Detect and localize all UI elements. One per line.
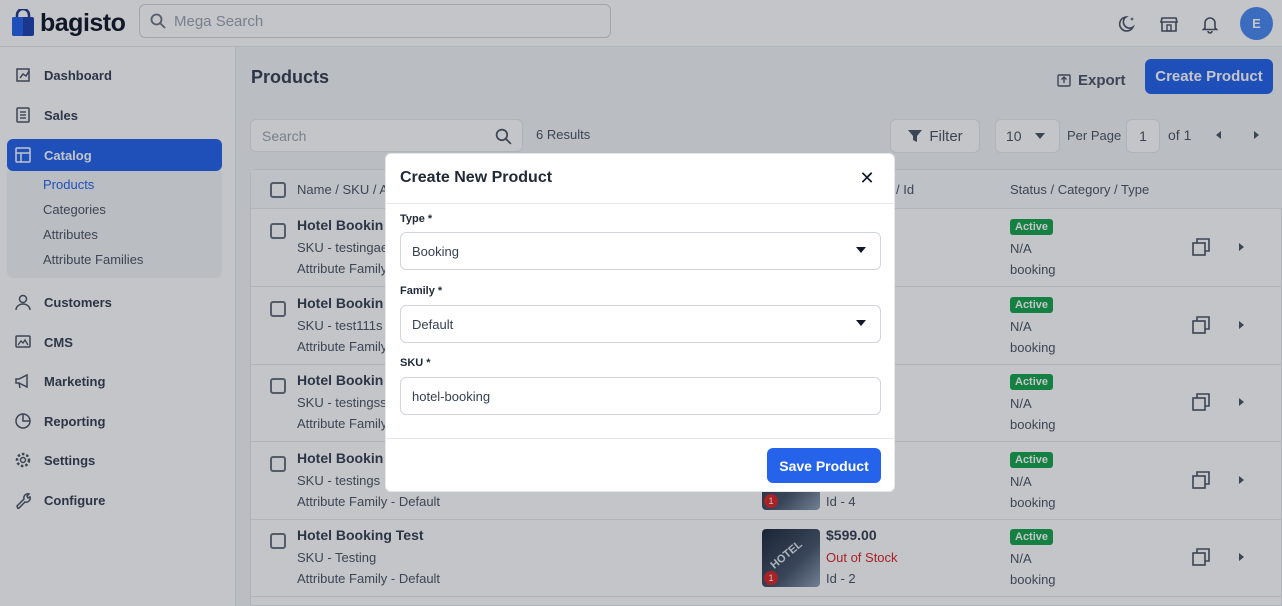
modal-title: Create New Product: [400, 169, 553, 186]
type-select[interactable]: Booking: [400, 232, 881, 270]
modal-divider: [386, 203, 894, 204]
sku-input[interactable]: hotel-booking: [400, 377, 881, 415]
family-value: Default: [412, 316, 454, 332]
sku-label: SKU *: [400, 357, 431, 369]
chevron-down-icon: [856, 320, 866, 326]
save-product-button[interactable]: Save Product: [767, 448, 881, 483]
create-product-modal: Create New Product ✕ Type * Booking Fami…: [385, 153, 895, 492]
modal-footer-divider: [386, 438, 894, 439]
family-select[interactable]: Default: [400, 305, 881, 343]
type-value: Booking: [412, 243, 459, 259]
sku-value: hotel-booking: [412, 388, 491, 404]
chevron-down-icon: [856, 247, 866, 253]
close-icon[interactable]: ✕: [857, 168, 877, 188]
family-label: Family *: [400, 285, 443, 297]
type-label: Type *: [400, 213, 433, 225]
